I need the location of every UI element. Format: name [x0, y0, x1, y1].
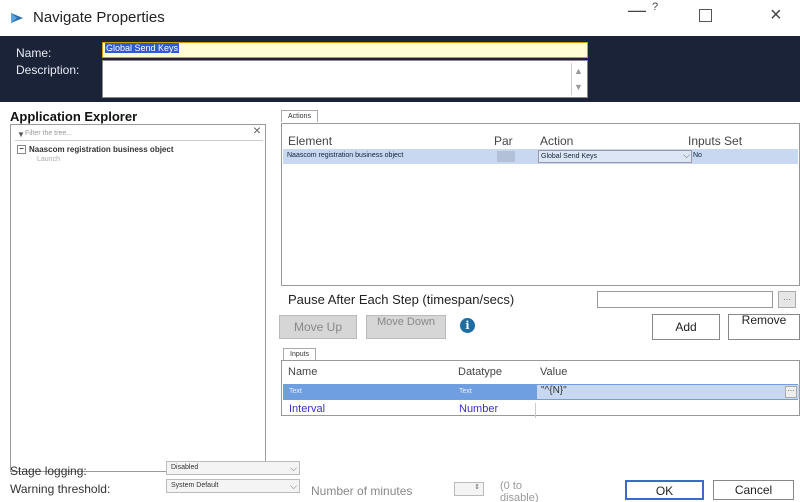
tree-item-business-object[interactable]: − Naascom registration business object [17, 145, 174, 155]
name-field[interactable]: Global Send Keys [102, 42, 588, 58]
add-button[interactable]: Add [652, 314, 720, 340]
tree-filter-placeholder: Filter the tree... [25, 130, 73, 137]
action-value: Global Send Keys [541, 153, 598, 160]
column-header-inputs-set[interactable]: Inputs Set [688, 134, 742, 148]
table-row[interactable]: Text Text "^{N}" ⋯ [283, 384, 799, 400]
minutes-stepper[interactable]: ⇕ [454, 482, 484, 496]
tree-filter-input[interactable]: ▼ Filter the tree... × [15, 123, 263, 141]
warning-threshold-select[interactable]: System Default ⌵ [166, 479, 300, 493]
action-select[interactable]: Global Send Keys ⌵ [538, 150, 692, 163]
inputs-set-cell: No [693, 152, 702, 159]
pause-picker-button[interactable]: ⋯ [778, 291, 796, 308]
cancel-button[interactable]: Cancel [713, 480, 794, 500]
chevron-down-icon[interactable]: ⌵ [683, 150, 690, 161]
table-row[interactable]: Interval Number [283, 401, 798, 418]
table-row[interactable]: Naascom registration business object Glo… [283, 149, 798, 164]
column-header-datatype[interactable]: Datatype [458, 366, 502, 378]
description-label: Description: [16, 63, 80, 77]
tab-actions[interactable]: Actions [281, 110, 318, 122]
filter-icon: ▼ [17, 130, 25, 139]
warning-threshold-value: System Default [171, 482, 219, 489]
stage-header: Name: Global Send Keys Description: ▲ ▼ [0, 36, 800, 102]
disable-note: (0 to disable) [500, 480, 539, 502]
stepper-arrows-icon[interactable]: ⇕ [474, 484, 480, 491]
inputs-grid: Name Datatype Value Text Text "^{N}" ⋯ I… [281, 360, 800, 418]
navigate-stage-icon [11, 13, 23, 23]
column-header-action[interactable]: Action [540, 134, 573, 148]
description-scrollbar[interactable]: ▲ ▼ [571, 63, 585, 95]
application-explorer-title: Application Explorer [10, 109, 138, 124]
column-header-value[interactable]: Value [540, 366, 567, 378]
tree-item-label: Naascom registration business object [29, 145, 174, 154]
stage-logging-label: Stage logging: [10, 464, 87, 478]
element-cell[interactable]: Naascom registration business object [287, 152, 403, 159]
info-icon[interactable]: i [460, 318, 475, 333]
chevron-down-icon[interactable]: ⌵ [290, 462, 297, 474]
column-header-par[interactable]: Par [494, 134, 513, 148]
minutes-label: Number of minutes [311, 484, 413, 498]
scroll-down-icon[interactable]: ▼ [572, 79, 585, 95]
help-button[interactable]: ? [652, 1, 658, 13]
scroll-up-icon[interactable]: ▲ [572, 63, 585, 79]
column-header-name[interactable]: Name [288, 366, 317, 378]
expression-editor-button[interactable]: ⋯ [785, 386, 797, 398]
actions-grid: Element Par Action Inputs Set Naascom re… [281, 123, 800, 286]
pause-input[interactable] [597, 291, 773, 308]
stage-logging-select[interactable]: Disabled ⌵ [166, 461, 300, 475]
params-cell[interactable] [497, 151, 515, 162]
tree-item-launch[interactable]: Launch [37, 156, 60, 163]
chevron-down-icon[interactable]: ⌵ [290, 480, 297, 492]
stage-logging-value: Disabled [171, 464, 199, 471]
warning-threshold-label: Warning threshold: [10, 482, 111, 496]
maximize-button[interactable] [699, 9, 712, 22]
move-down-button[interactable]: Move Down [366, 315, 446, 339]
ok-button[interactable]: OK [625, 480, 704, 500]
input-name-cell: Text [289, 388, 302, 395]
collapse-icon[interactable]: − [17, 145, 26, 155]
input-value-field[interactable]: "^{N}" ⋯ [537, 385, 799, 399]
input-datatype-cell: Text [459, 388, 472, 395]
description-field[interactable]: ▲ ▼ [102, 60, 588, 98]
name-label: Name: [16, 46, 52, 60]
title-bar: Navigate Properties — ? × [0, 0, 800, 36]
input-datatype-cell: Number [459, 403, 499, 415]
name-value: Global Send Keys [105, 43, 180, 53]
column-header-element[interactable]: Element [288, 134, 332, 148]
column-divider [535, 403, 536, 418]
pause-label: Pause After Each Step (timespan/secs) [288, 292, 515, 307]
tab-inputs[interactable]: Inputs [283, 348, 317, 360]
input-value-text: "^{N}" [541, 385, 567, 396]
close-button[interactable]: × [770, 4, 782, 27]
remove-button[interactable]: Remove [728, 314, 800, 340]
minimize-button[interactable]: — [628, 0, 646, 21]
application-explorer-panel: ▼ Filter the tree... × − Naascom registra… [10, 123, 266, 472]
move-up-button[interactable]: Move Up [279, 315, 357, 339]
window-title: Navigate Properties [33, 9, 165, 26]
clear-filter-icon[interactable]: × [253, 123, 261, 137]
input-name-cell: Interval [289, 403, 326, 415]
